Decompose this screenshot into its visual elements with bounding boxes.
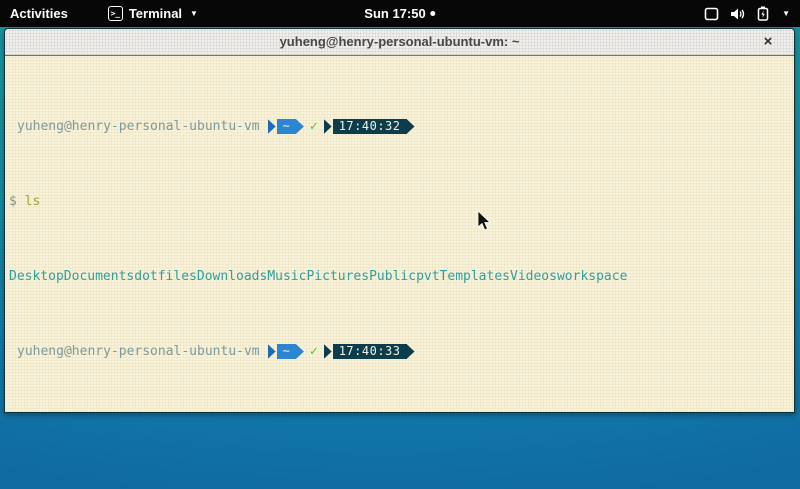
powerline-arrow-icon bbox=[268, 119, 276, 134]
powerline-time-segment: 17:40:33 bbox=[324, 344, 415, 359]
prompt-user: yuheng@henry-personal-ubuntu-vm bbox=[17, 344, 260, 359]
activities-button[interactable]: Activities bbox=[10, 6, 68, 21]
dir-entry: Videos bbox=[510, 269, 557, 284]
prompt-line-1: yuheng@henry-personal-ubuntu-vm ~ ✓ 17:4… bbox=[7, 119, 792, 134]
powerline-arrow-icon bbox=[407, 119, 415, 134]
powerline-arrow-icon bbox=[296, 344, 304, 359]
app-menu-terminal[interactable]: >_ Terminal ▼ bbox=[108, 6, 198, 21]
window-titlebar[interactable]: yuheng@henry-personal-ubuntu-vm: ~ × bbox=[5, 29, 794, 55]
dir-entry: Downloads bbox=[197, 269, 267, 284]
powerline-arrow-icon bbox=[296, 119, 304, 134]
command-line: $ ls bbox=[7, 194, 792, 209]
dir-entry: Public bbox=[369, 269, 416, 284]
status-check-icon: ✓ bbox=[310, 119, 318, 134]
powerline-arrow-icon bbox=[407, 344, 415, 359]
dir-entry: pvt bbox=[416, 269, 439, 284]
prompt-cwd: ~ bbox=[277, 344, 296, 359]
powerline-arrow-icon bbox=[324, 344, 332, 359]
ls-output: Desktop Documents dotfiles Downloads Mus… bbox=[7, 269, 792, 284]
volume-icon bbox=[730, 7, 746, 21]
powerline-time-segment: 17:40:32 bbox=[324, 119, 415, 134]
clock-label: Sun 17:50 bbox=[364, 6, 425, 21]
window-title: yuheng@henry-personal-ubuntu-vm: ~ bbox=[280, 34, 520, 49]
dir-entry: Templates bbox=[440, 269, 510, 284]
system-tray[interactable]: ▼ bbox=[704, 6, 790, 21]
dir-entry: Desktop bbox=[9, 269, 64, 284]
dir-entry: Music bbox=[267, 269, 306, 284]
terminal-content[interactable]: yuheng@henry-personal-ubuntu-vm ~ ✓ 17:4… bbox=[5, 56, 794, 412]
dir-entry: workspace bbox=[557, 269, 627, 284]
clock[interactable]: Sun 17:50 bbox=[364, 6, 435, 21]
dir-entry: Documents bbox=[64, 269, 134, 284]
prompt-symbol: $ bbox=[7, 194, 17, 209]
status-check-icon: ✓ bbox=[310, 344, 318, 359]
prompt-cwd: ~ bbox=[277, 119, 296, 134]
chevron-down-icon: ▼ bbox=[782, 9, 790, 18]
screen-icon bbox=[704, 7, 719, 21]
prompt-user: yuheng@henry-personal-ubuntu-vm bbox=[17, 119, 260, 134]
terminal-icon: >_ bbox=[108, 6, 123, 21]
powerline-arrow-icon bbox=[324, 119, 332, 134]
chevron-down-icon: ▼ bbox=[190, 9, 198, 18]
powerline-cwd-segment: ~ bbox=[268, 119, 304, 134]
close-button[interactable]: × bbox=[758, 29, 778, 55]
battery-charging-icon bbox=[757, 6, 769, 21]
app-menu-label: Terminal bbox=[129, 6, 182, 21]
terminal-window: yuheng@henry-personal-ubuntu-vm: ~ × yuh… bbox=[4, 28, 795, 413]
dir-entry: dotfiles bbox=[134, 269, 197, 284]
prompt-line-2: yuheng@henry-personal-ubuntu-vm ~ ✓ 17:4… bbox=[7, 344, 792, 359]
dir-entry: Pictures bbox=[306, 269, 369, 284]
mouse-cursor-icon bbox=[477, 210, 492, 231]
prompt-time: 17:40:33 bbox=[333, 344, 407, 359]
typed-command: ls bbox=[25, 194, 41, 209]
top-bar: Activities >_ Terminal ▼ Sun 17:50 ▼ bbox=[0, 0, 800, 27]
powerline-arrow-icon bbox=[268, 344, 276, 359]
notification-dot bbox=[431, 11, 436, 16]
powerline-cwd-segment: ~ bbox=[268, 344, 304, 359]
prompt-time: 17:40:32 bbox=[333, 119, 407, 134]
